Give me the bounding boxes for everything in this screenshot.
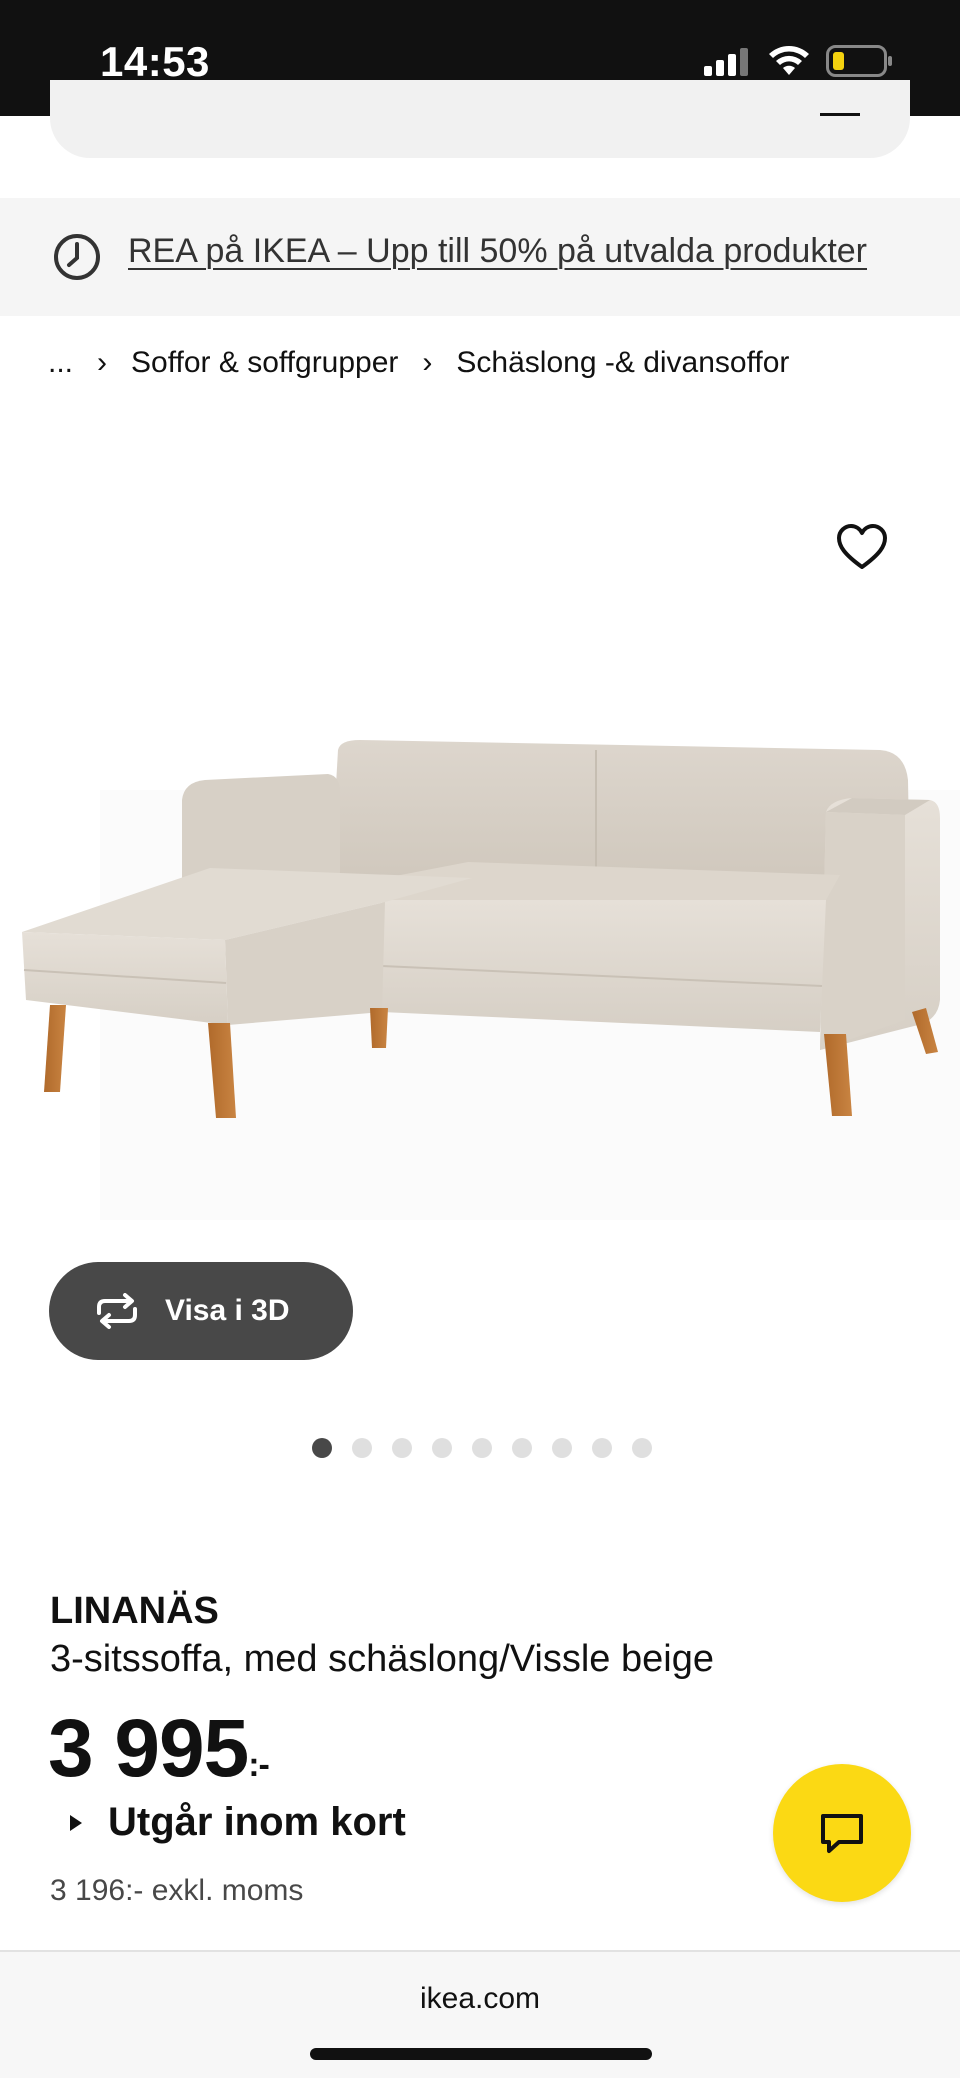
status-icons (702, 44, 894, 78)
gallery-dot[interactable] (632, 1438, 652, 1458)
battery-icon (826, 45, 892, 77)
product-description: 3-sitssoffa, med schäslong/Vissle beige (50, 1638, 714, 1680)
breadcrumb-chaise-sofas[interactable]: Schäslong -& divansoffor (456, 346, 789, 380)
view-3d-button[interactable]: Visa i 3D (49, 1262, 353, 1360)
disclosure-arrow-icon (70, 1814, 82, 1831)
gallery-dot[interactable] (312, 1438, 332, 1458)
status-time: 14:53 (100, 38, 210, 85)
price-suffix: :- (248, 1746, 270, 1784)
breadcrumb-sofas[interactable]: Soffor & soffgrupper (131, 346, 398, 380)
gallery-dot[interactable] (472, 1438, 492, 1458)
gallery-pagination[interactable] (312, 1438, 652, 1458)
browser-domain[interactable]: ikea.com (0, 1982, 960, 2016)
chat-button[interactable] (773, 1764, 911, 1902)
price-excl-vat: 3 196:- exkl. moms (50, 1874, 304, 1907)
gallery-dot[interactable] (432, 1438, 452, 1458)
search-bar[interactable] (50, 80, 910, 158)
browser-bottom-bar: ikea.com (0, 1950, 960, 2078)
rotate-icon (97, 1293, 137, 1329)
breadcrumb-ellipsis[interactable]: ... (48, 346, 73, 380)
gallery-dot[interactable] (592, 1438, 612, 1458)
home-indicator[interactable] (310, 2048, 652, 2060)
gallery-dot[interactable] (392, 1438, 412, 1458)
stock-status: Utgår inom kort (108, 1800, 406, 1844)
gallery-dot[interactable] (512, 1438, 532, 1458)
wifi-icon (769, 46, 809, 75)
clock-icon (54, 234, 100, 280)
breadcrumb: ... › Soffor & soffgrupper › Schäslong -… (48, 346, 789, 380)
product-image[interactable] (0, 420, 960, 1300)
heart-icon[interactable] (834, 520, 890, 576)
breadcrumb-separator: › (97, 346, 108, 379)
search-bar-edge (820, 80, 860, 116)
product-name: LINANÄS (50, 1590, 219, 1632)
stock-status-toggle[interactable]: Utgår inom kort (70, 1800, 406, 1845)
view-3d-label: Visa i 3D (165, 1294, 290, 1327)
signal-icon (704, 48, 748, 76)
gallery-dot[interactable] (352, 1438, 372, 1458)
gallery-dot[interactable] (552, 1438, 572, 1458)
product-price: 3 995:- (48, 1702, 270, 1796)
price-value: 3 995 (48, 1703, 249, 1794)
promo-banner[interactable]: REA på IKEA – Upp till 50% på utvalda pr… (0, 198, 960, 316)
promo-link[interactable]: REA på IKEA – Upp till 50% på utvalda pr… (128, 232, 867, 271)
breadcrumb-separator: › (422, 346, 433, 379)
chat-icon (821, 1814, 863, 1853)
